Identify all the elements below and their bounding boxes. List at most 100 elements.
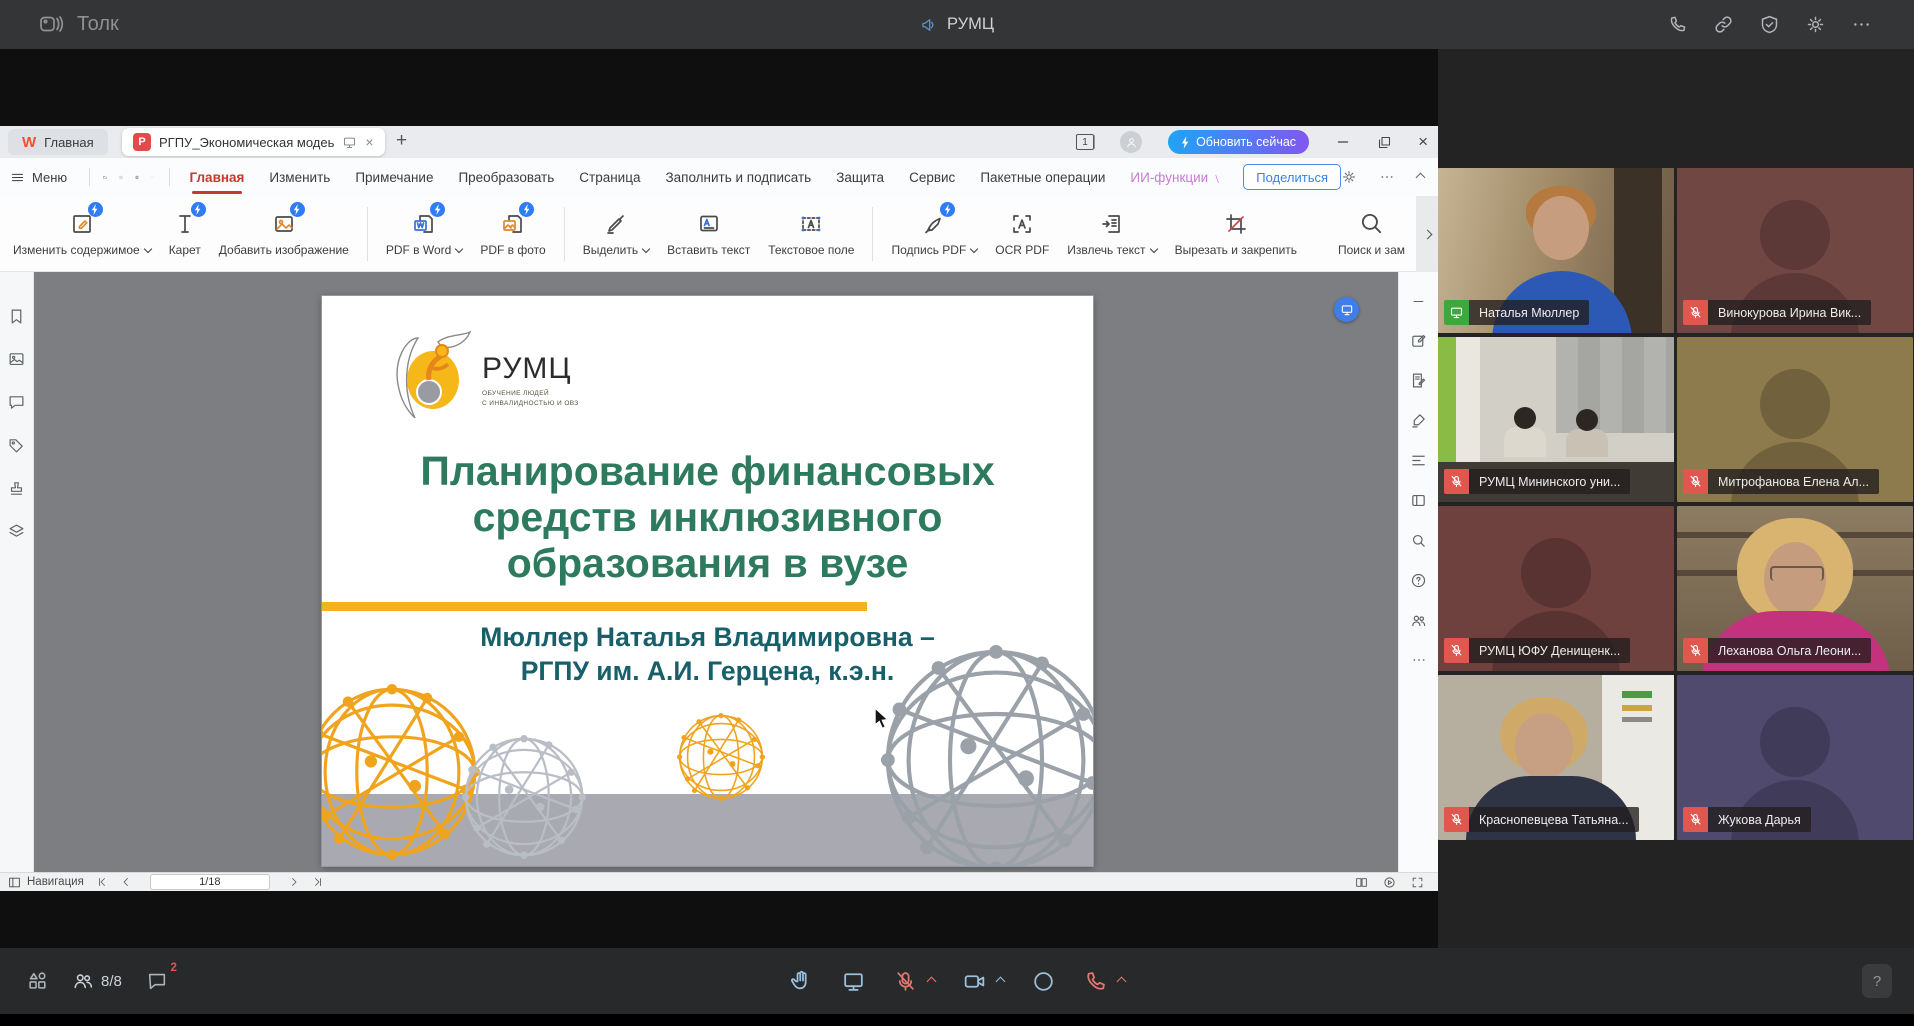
tool-pdf-to-word[interactable]: PDF в Word	[377, 210, 472, 257]
contacts-icon[interactable]	[1410, 612, 1427, 629]
tool-search-replace[interactable]: Поиск и зам	[1329, 210, 1414, 257]
participants-count-button[interactable]: 8/8	[72, 970, 122, 992]
comments-panel-icon[interactable]	[8, 394, 25, 411]
tool-caret[interactable]: Карет	[160, 210, 210, 257]
document-search-icon[interactable]	[1410, 532, 1427, 549]
menu-item[interactable]: Изменить	[269, 170, 330, 185]
slideshow-icon[interactable]	[1383, 876, 1396, 889]
participant-tile-zhukova[interactable]: Жукова Дарья	[1677, 675, 1913, 840]
new-tab-button[interactable]: +	[396, 130, 407, 152]
chat-button[interactable]: 2	[146, 970, 168, 992]
thumbnails-panel-icon[interactable]	[8, 351, 25, 368]
screen-share-indicator-button[interactable]	[1334, 297, 1359, 322]
tab-home[interactable]: W Главная	[8, 129, 108, 155]
fullscreen-icon[interactable]	[1411, 876, 1424, 889]
restore-button[interactable]	[1377, 135, 1392, 150]
tool-insert-text[interactable]: Вставить текст	[658, 210, 759, 257]
tool-add-image[interactable]: Добавить изображение	[210, 210, 358, 257]
ribbon-settings-icon[interactable]	[1341, 169, 1357, 185]
toolbar-expand-button[interactable]	[1416, 196, 1438, 272]
tool-sign-pdf[interactable]: Подпись PDF	[882, 210, 986, 257]
participant-tile-mitrofanova[interactable]: Митрофанова Елена Ал...	[1677, 337, 1913, 502]
tool-extract-text[interactable]: Извлечь текст	[1058, 210, 1165, 257]
participant-tile-rumc-mininsky[interactable]: РУМЦ Мининского уни...	[1438, 337, 1674, 502]
stamp-panel-icon[interactable]	[8, 480, 25, 497]
raise-hand-button[interactable]	[789, 969, 814, 994]
page-indicator[interactable]: 1/18	[150, 874, 270, 890]
participant-tile-rumc-yufu[interactable]: РУМЦ ЮФУ Денищенк...	[1438, 506, 1674, 671]
tags-panel-icon[interactable]	[8, 437, 25, 454]
tool-text-field[interactable]: Текстовое поле	[759, 210, 863, 257]
update-now-button[interactable]: Обновить сейчас	[1168, 130, 1309, 154]
participant-tile-lekhanova[interactable]: Леханова Ольга Леони...	[1677, 506, 1913, 671]
tool-cut-and-pin[interactable]: Вырезать и закрепить	[1166, 210, 1306, 257]
record-circle-button[interactable]	[1031, 969, 1056, 994]
tab-share-monitor-icon	[342, 135, 357, 150]
close-window-button[interactable]: ×	[1418, 132, 1428, 152]
shield-check-icon[interactable]	[1759, 14, 1780, 35]
account-avatar[interactable]	[1120, 131, 1142, 153]
bookmarks-panel-icon[interactable]	[8, 308, 25, 325]
minimize-button[interactable]	[1335, 134, 1351, 150]
rail-more-icon[interactable]	[1411, 652, 1427, 668]
print-icon[interactable]	[135, 169, 139, 186]
menu-item[interactable]: Преобразовать	[458, 170, 554, 185]
pdf-document-area[interactable]: РУМЦ ОБУЧЕНИЕ ЛЮДЕЙ С ИНВАЛИДНОСТЬЮ И ОВ…	[35, 272, 1397, 872]
tab-close-icon[interactable]: ×	[365, 134, 373, 150]
open-file-icon[interactable]	[103, 169, 107, 186]
previous-page-button[interactable]	[120, 876, 132, 888]
menu-item-glavnaya[interactable]: Главная	[190, 170, 245, 185]
more-quick-icon[interactable]	[151, 169, 155, 185]
menu-item[interactable]: Сервис	[909, 170, 955, 185]
properties-panel-icon[interactable]	[1410, 492, 1427, 509]
save-icon[interactable]	[119, 169, 123, 186]
settings-icon[interactable]	[1805, 14, 1826, 35]
window-count-badge[interactable]: 1	[1076, 134, 1094, 150]
tab-document[interactable]: P РГПУ_Экономическая модеь ×	[122, 128, 385, 156]
outline-list-icon[interactable]	[1410, 452, 1427, 469]
leave-call-button[interactable]	[1083, 969, 1108, 994]
last-page-button[interactable]	[312, 876, 324, 888]
page-edit-icon[interactable]	[1410, 372, 1427, 389]
first-page-button[interactable]	[96, 876, 108, 888]
menu-item[interactable]: Примечание	[355, 170, 433, 185]
ribbon-more-icon[interactable]	[1379, 169, 1395, 185]
menu-item[interactable]: Заполнить и подписать	[665, 170, 811, 185]
layers-panel-icon[interactable]	[8, 523, 25, 540]
collapse-ribbon-icon[interactable]	[1416, 172, 1426, 182]
camera-button[interactable]	[962, 969, 987, 994]
shared-pdf-window: W Главная P РГПУ_Экономическая модеь × +…	[0, 126, 1438, 891]
mic-options-chevron[interactable]	[927, 976, 937, 986]
next-page-button[interactable]	[288, 876, 300, 888]
menu-item[interactable]: Пакетные операции	[980, 170, 1105, 185]
collapse-rail-icon[interactable]	[1411, 294, 1426, 309]
more-icon[interactable]	[1851, 14, 1872, 35]
menu-item[interactable]: Страница	[579, 170, 640, 185]
format-brush-icon[interactable]	[1410, 412, 1427, 429]
participant-tile-krasnopevtseva[interactable]: Краснопевцева Татьяна...	[1438, 675, 1674, 840]
layout-icon[interactable]	[26, 970, 48, 992]
link-icon[interactable]	[1713, 14, 1734, 35]
call-options-chevron[interactable]	[1117, 976, 1127, 986]
pdf-tab-bar: W Главная P РГПУ_Экономическая модеь × +…	[0, 126, 1438, 158]
mic-off-button[interactable]	[893, 969, 918, 994]
main-menu-button[interactable]: Меню	[10, 170, 67, 185]
tool-ocr-pdf[interactable]: OCR PDF	[986, 210, 1058, 257]
menu-item-ai[interactable]: ИИ-функции﹨	[1130, 169, 1223, 186]
participant-tile-vinokurova[interactable]: Винокурова Ирина Вик...	[1677, 168, 1913, 333]
navigation-toggle[interactable]: Навигация	[8, 876, 84, 889]
tool-highlight[interactable]: Выделить	[574, 210, 658, 257]
tool-edit-content[interactable]: Изменить содержимое	[4, 210, 160, 257]
share-document-button[interactable]: Поделиться	[1243, 164, 1341, 190]
help-button[interactable]: ?	[1862, 964, 1892, 998]
participant-tile-natalya-muller[interactable]: Наталья Мюллер	[1438, 168, 1674, 333]
two-page-view-icon[interactable]	[1355, 876, 1368, 889]
camera-options-chevron[interactable]	[996, 976, 1006, 986]
menu-item[interactable]: Защита	[836, 170, 884, 185]
help-circle-icon[interactable]	[1410, 572, 1427, 589]
annotate-icon[interactable]	[1410, 332, 1427, 349]
phone-icon[interactable]	[1667, 14, 1688, 35]
screen-share-button[interactable]	[841, 969, 866, 994]
tool-pdf-to-photo[interactable]: PDF в фото	[471, 210, 554, 257]
participant-label: Наталья Мюллер	[1444, 300, 1589, 325]
